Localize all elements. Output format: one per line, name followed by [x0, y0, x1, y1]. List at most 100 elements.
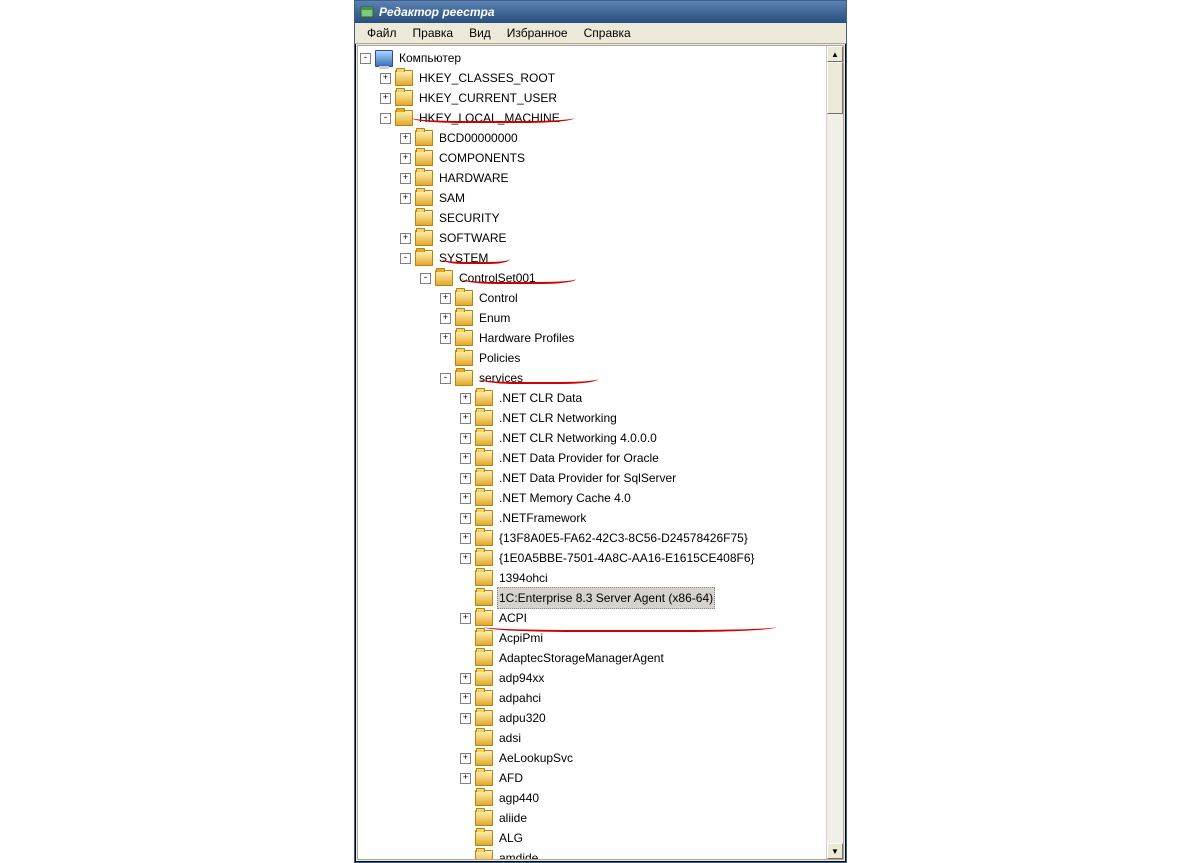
registry-tree[interactable]: -Компьютер + HKEY_CLASSES_ROOT+HKEY_CURREN…	[358, 46, 827, 859]
tree-item[interactable]: -Компьютер	[360, 48, 827, 68]
tree-item[interactable]: +.NET CLR Data	[360, 388, 827, 408]
collapse-icon[interactable]: -	[360, 53, 371, 64]
tree-item-label: {13F8A0E5-FA62-42C3-8C56-D24578426F75}	[497, 528, 750, 548]
tree-item[interactable]: AdaptecStorageManagerAgent	[360, 648, 827, 668]
tree-item[interactable]: + .NETFramework	[360, 508, 827, 528]
expand-icon[interactable]: +	[460, 433, 471, 444]
tree-item[interactable]: SECURITY	[360, 208, 827, 228]
tree-item[interactable]: -ControlSet001	[360, 268, 827, 288]
tree-item[interactable]: +.NET CLR Networking	[360, 408, 827, 428]
tree-item[interactable]: +adpahci	[360, 688, 827, 708]
menu-edit[interactable]: Правка	[405, 25, 462, 43]
folder-icon	[455, 370, 473, 386]
collapse-icon[interactable]: -	[420, 273, 431, 284]
tree-item[interactable]: + {13F8A0E5-FA62-42C3-8C56-D24578426F75}	[360, 528, 827, 548]
scroll-thumb[interactable]	[827, 62, 843, 114]
expand-icon[interactable]: +	[460, 393, 471, 404]
tree-item-label: ACPI	[497, 608, 529, 628]
tree-item[interactable]: +Hardware Profiles	[360, 328, 827, 348]
tree-item[interactable]: +AFD	[360, 768, 827, 788]
tree-item-label: .NET Data Provider for SqlServer	[497, 468, 678, 488]
expand-icon[interactable]: +	[460, 773, 471, 784]
tree-item-label: .NETFramework	[497, 508, 588, 528]
collapse-icon[interactable]: -	[380, 113, 391, 124]
scroll-down-button[interactable]: ▼	[827, 843, 843, 859]
tree-item[interactable]: +.NET CLR Networking 4.0.0.0	[360, 428, 827, 448]
expand-icon[interactable]: +	[460, 473, 471, 484]
expand-icon[interactable]: +	[460, 693, 471, 704]
tree-item-label: HKEY_CLASSES_ROOT	[417, 68, 557, 88]
expand-icon[interactable]: +	[460, 553, 471, 564]
tree-item[interactable]: +AeLookupSvc	[360, 748, 827, 768]
regedit-window: Редактор реестра Файл Правка Вид Избранн…	[354, 0, 847, 863]
tree-item[interactable]: + Control	[360, 288, 827, 308]
expander-spacer	[460, 653, 471, 664]
tree-item[interactable]: aliide	[360, 808, 827, 828]
tree-item[interactable]: +adp94xx	[360, 668, 827, 688]
collapse-icon[interactable]: -	[400, 253, 411, 264]
tree-item[interactable]: +SAM	[360, 188, 827, 208]
tree-item[interactable]: +Enum	[360, 308, 827, 328]
collapse-icon[interactable]: -	[440, 373, 451, 384]
folder-icon	[395, 110, 413, 126]
expand-icon[interactable]: +	[460, 753, 471, 764]
tree-item[interactable]: +SOFTWARE	[360, 228, 827, 248]
expand-icon[interactable]: +	[460, 493, 471, 504]
tree-item[interactable]: -services	[360, 368, 827, 388]
expand-icon[interactable]: +	[460, 453, 471, 464]
tree-item-label: Control	[477, 288, 520, 308]
expand-icon[interactable]: +	[380, 73, 391, 84]
menu-view[interactable]: Вид	[461, 25, 499, 43]
tree-item[interactable]: +{1E0A5BBE-7501-4A8C-AA16-E1615CE408F6}	[360, 548, 827, 568]
expand-icon[interactable]: +	[400, 153, 411, 164]
menu-help[interactable]: Справка	[576, 25, 639, 43]
menu-file[interactable]: Файл	[359, 25, 405, 43]
vertical-scrollbar[interactable]: ▲ ▼	[826, 46, 843, 859]
expand-icon[interactable]: +	[460, 533, 471, 544]
expand-icon[interactable]: +	[460, 513, 471, 524]
menu-favorites[interactable]: Избранное	[499, 25, 576, 43]
tree-item[interactable]: -SYSTEM	[360, 248, 827, 268]
expand-icon[interactable]: +	[380, 93, 391, 104]
expand-icon[interactable]: +	[400, 133, 411, 144]
expand-icon[interactable]: +	[460, 613, 471, 624]
tree-item[interactable]: adsi	[360, 728, 827, 748]
tree-item[interactable]: -HKEY_LOCAL_MACHINE	[360, 108, 827, 128]
tree-item[interactable]: +HARDWARE	[360, 168, 827, 188]
tree-item[interactable]: +HKEY_CURRENT_USER	[360, 88, 827, 108]
expand-icon[interactable]: +	[440, 313, 451, 324]
tree-item[interactable]: +.NET Memory Cache 4.0	[360, 488, 827, 508]
folder-icon	[475, 630, 493, 646]
tree-item[interactable]: agp440	[360, 788, 827, 808]
tree-item[interactable]: +.NET Data Provider for Oracle	[360, 448, 827, 468]
tree-item-label: ALG	[497, 828, 525, 848]
tree-item[interactable]: 1394ohci	[360, 568, 827, 588]
title-bar[interactable]: Редактор реестра	[355, 1, 846, 23]
tree-item[interactable]: Policies	[360, 348, 827, 368]
expand-icon[interactable]: +	[400, 233, 411, 244]
tree-item[interactable]: + HKEY_CLASSES_ROOT	[360, 68, 827, 88]
tree-item-label: Policies	[477, 348, 522, 368]
tree-item[interactable]: 1C:Enterprise 8.3 Server Agent (x86-64)	[360, 588, 827, 608]
menu-bar: Файл Правка Вид Избранное Справка	[355, 23, 846, 44]
tree-item[interactable]: ALG	[360, 828, 827, 848]
expand-icon[interactable]: +	[400, 193, 411, 204]
expand-icon[interactable]: +	[460, 413, 471, 424]
tree-item[interactable]: +COMPONENTS	[360, 148, 827, 168]
client-area: -Компьютер + HKEY_CLASSES_ROOT+HKEY_CURREN…	[357, 45, 844, 860]
scroll-up-button[interactable]: ▲	[827, 46, 843, 62]
window-title: Редактор реестра	[379, 5, 495, 19]
expand-icon[interactable]: +	[460, 713, 471, 724]
tree-item[interactable]: +adpu320	[360, 708, 827, 728]
tree-item[interactable]: AcpiPmi	[360, 628, 827, 648]
expand-icon[interactable]: +	[460, 673, 471, 684]
tree-item[interactable]: + .NET Data Provider for SqlServer	[360, 468, 827, 488]
expand-icon[interactable]: +	[440, 333, 451, 344]
folder-icon	[415, 130, 433, 146]
folder-icon	[455, 350, 473, 366]
tree-item[interactable]: amdide	[360, 848, 827, 859]
tree-item[interactable]: +BCD00000000	[360, 128, 827, 148]
expand-icon[interactable]: +	[440, 293, 451, 304]
expand-icon[interactable]: +	[400, 173, 411, 184]
tree-item[interactable]: + ACPI	[360, 608, 827, 628]
